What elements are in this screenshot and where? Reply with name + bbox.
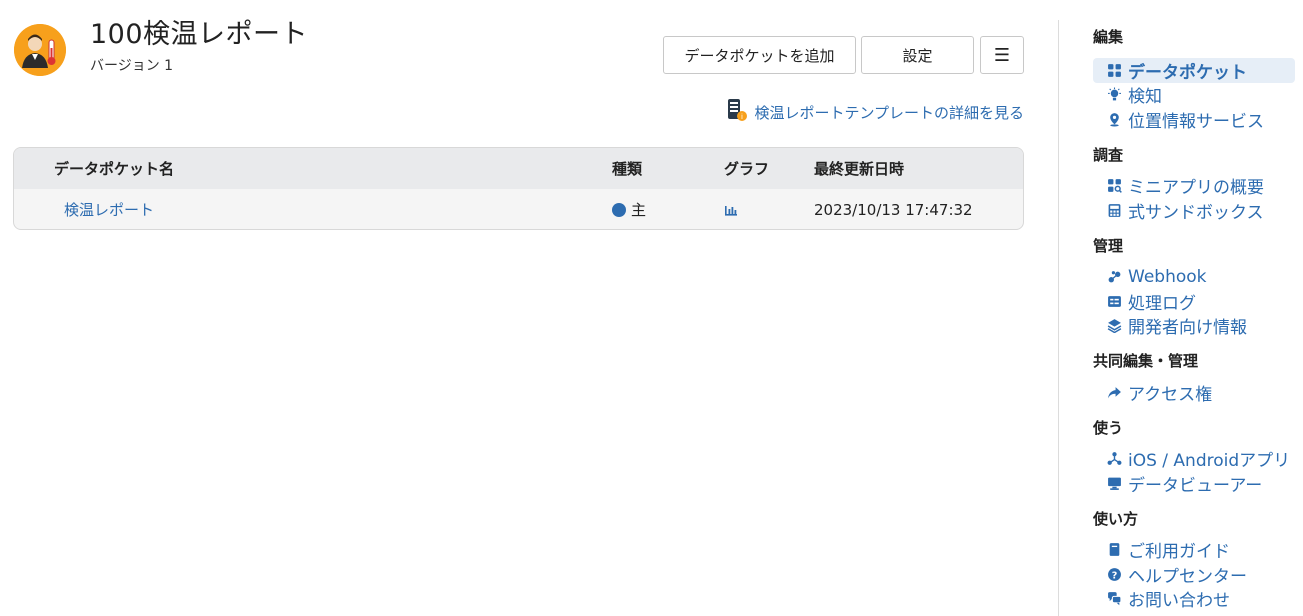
primary-dot-icon: [612, 203, 626, 217]
calculator-icon: [1105, 201, 1123, 219]
apps-search-icon: [1105, 177, 1123, 195]
sidebar-item-user-guide[interactable]: ご利用ガイド: [1093, 538, 1295, 563]
settings-button[interactable]: 設定: [861, 36, 974, 74]
sidebar-item-data-viewer[interactable]: データビューアー: [1093, 471, 1295, 496]
sidebar-section-investigate: 調査: [1093, 145, 1124, 164]
updated-cell: 2023/10/13 17:47:32: [814, 200, 973, 219]
sidebar-item-mobile-app[interactable]: iOS / Androidアプリ: [1093, 447, 1295, 472]
help-icon: ?: [1105, 565, 1123, 583]
sidebar-item-label: 開発者向け情報: [1128, 318, 1247, 339]
sidebar-section-collab: 共同編集・管理: [1093, 352, 1199, 370]
monitor-icon: [1105, 474, 1123, 492]
sidebar-section-howto: 使い方: [1093, 509, 1139, 528]
version-label: バージョン 1: [90, 58, 174, 74]
sidebar-item-formula-sandbox[interactable]: 式サンドボックス: [1093, 198, 1295, 223]
menu-button[interactable]: ☰: [980, 36, 1024, 74]
grid-icon: [1105, 61, 1123, 79]
sidebar-divider: [1058, 20, 1059, 616]
book-icon: [1105, 541, 1123, 559]
kind-cell: 主: [612, 199, 646, 220]
share-arrow-icon: [1105, 383, 1123, 401]
kind-label: 主: [631, 201, 647, 219]
sidebar-item-label: 式サンドボックス: [1128, 202, 1264, 223]
network-icon: [1105, 450, 1123, 468]
sidebar-section-manage: 管理: [1093, 236, 1124, 255]
sidebar-item-miniapp-overview[interactable]: ミニアプリの概要: [1093, 174, 1295, 199]
sidebar-item-process-log[interactable]: 処理ログ: [1093, 289, 1295, 314]
table-header: データポケット名 種類 グラフ 最終更新日時: [14, 148, 1023, 189]
log-icon: [1105, 292, 1123, 310]
sidebar-item-label: iOS / Androidアプリ: [1128, 451, 1291, 472]
page-title: 100検温レポート: [90, 19, 309, 50]
map-pin-icon: [1105, 110, 1123, 128]
layers-icon: [1105, 317, 1123, 335]
sidebar-item-label: データビューアー: [1128, 475, 1263, 496]
sidebar-item-developer-info[interactable]: 開発者向け情報: [1093, 314, 1295, 339]
sidebar-item-label: お問い合わせ: [1128, 591, 1230, 612]
sidebar-item-label: 位置情報サービス: [1128, 111, 1264, 132]
column-header-updated: 最終更新日時: [814, 160, 905, 178]
sidebar-item-access-rights[interactable]: アクセス権: [1093, 380, 1295, 405]
bulb-icon: [1105, 86, 1123, 104]
sidebar: 編集 データポケット 検知 位置情報サービス 調査 ミニアプリの概要 式サンドボ…: [1093, 26, 1295, 611]
sidebar-item-label: ヘルプセンター: [1128, 566, 1247, 587]
sidebar-item-help-center[interactable]: ? ヘルプセンター: [1093, 562, 1295, 587]
sidebar-item-webhook[interactable]: Webhook: [1093, 265, 1295, 290]
chat-icon: [1105, 590, 1123, 608]
template-icon: i: [724, 97, 750, 127]
sidebar-section-use: 使う: [1093, 418, 1124, 437]
bar-chart-icon[interactable]: [724, 201, 738, 219]
sidebar-item-label: データポケット: [1128, 62, 1247, 83]
column-header-name: データポケット名: [54, 160, 175, 178]
sidebar-item-data-pocket[interactable]: データポケット: [1093, 58, 1295, 83]
column-header-graph: グラフ: [724, 160, 770, 178]
template-details-link[interactable]: i 検温レポートテンプレートの詳細を見る: [724, 97, 1024, 127]
sidebar-item-label: 処理ログ: [1128, 293, 1196, 314]
data-pocket-link[interactable]: 検温レポート: [64, 199, 154, 220]
table-row[interactable]: 検温レポート 主 2023/10/13 17:47:32: [14, 189, 1023, 229]
webhook-icon: [1105, 268, 1123, 286]
sidebar-item-label: 検知: [1128, 87, 1162, 108]
sidebar-section-edit: 編集: [1093, 28, 1124, 46]
sidebar-item-location[interactable]: 位置情報サービス: [1093, 107, 1295, 132]
template-link-label: 検温レポートテンプレートの詳細を見る: [754, 103, 1024, 122]
sidebar-item-label: Webhook: [1128, 266, 1207, 287]
svg-text:?: ?: [1111, 570, 1117, 581]
sidebar-item-contact[interactable]: お問い合わせ: [1093, 587, 1295, 612]
app-icon: [14, 24, 66, 76]
sidebar-item-label: アクセス権: [1128, 384, 1213, 405]
sidebar-item-label: ミニアプリの概要: [1128, 178, 1264, 199]
sidebar-item-detection[interactable]: 検知: [1093, 83, 1295, 108]
sidebar-item-label: ご利用ガイド: [1128, 542, 1230, 563]
svg-text:i: i: [741, 113, 743, 121]
column-header-kind: 種類: [612, 160, 643, 178]
add-data-pocket-button[interactable]: データポケットを追加: [663, 36, 856, 74]
data-pocket-table: データポケット名 種類 グラフ 最終更新日時 検温レポート 主 2023/10/…: [13, 147, 1024, 230]
